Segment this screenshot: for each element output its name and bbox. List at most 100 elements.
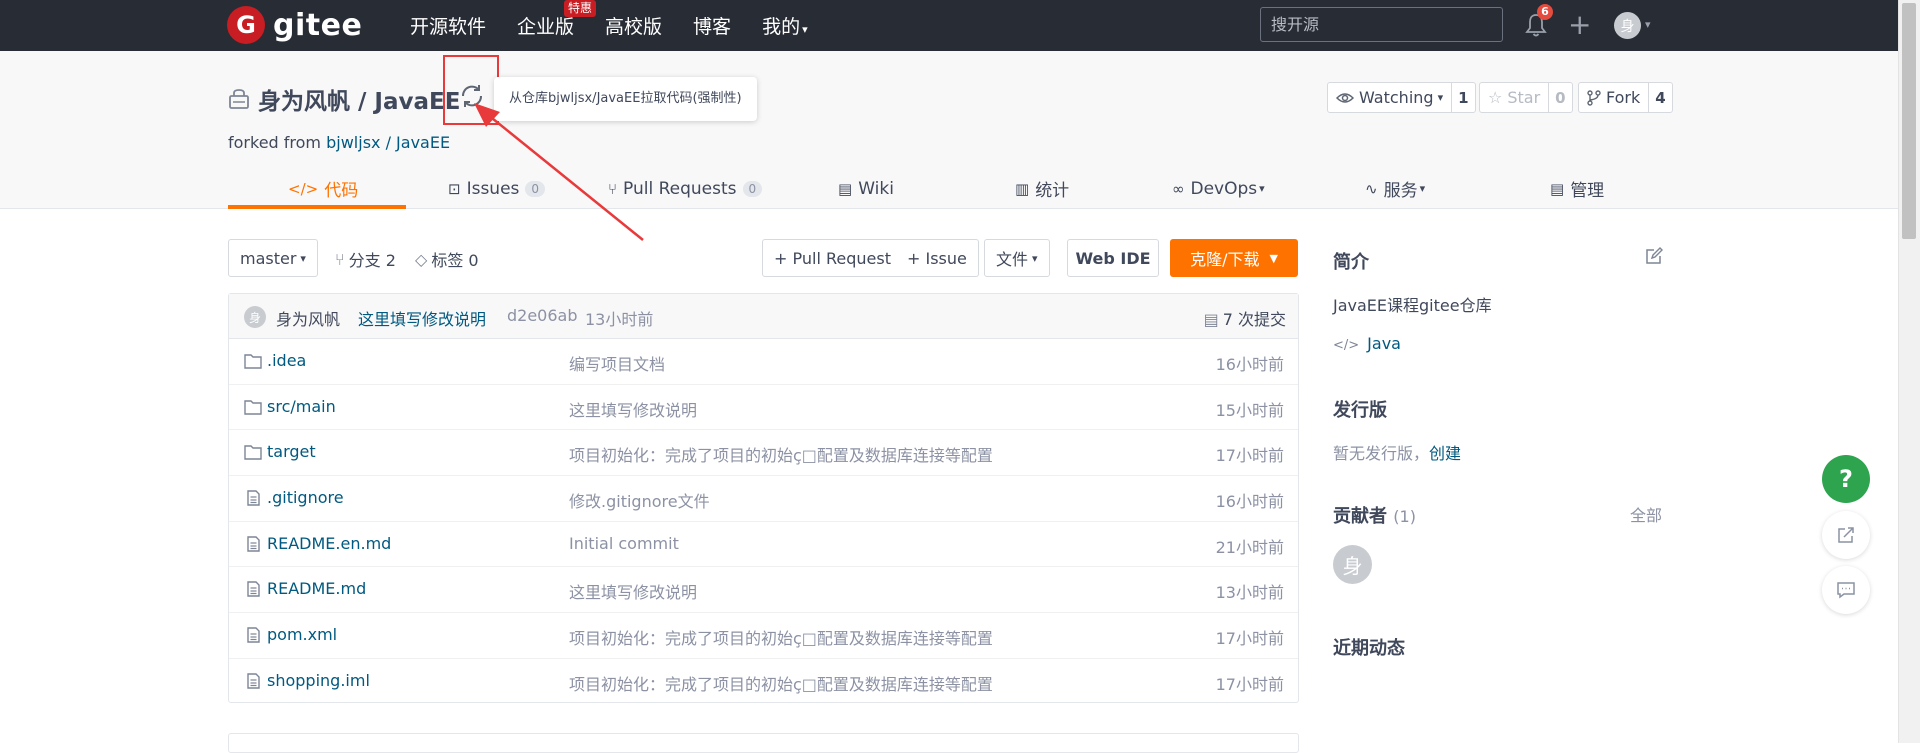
tab-wiki[interactable]: ▤ Wiki — [838, 168, 894, 209]
file-row[interactable]: pom.xml 项目初始化：完成了项目的初始ç□配置及数据库连接等配置 17小时前 — [229, 613, 1298, 659]
file-commit-message[interactable]: 项目初始化：完成了项目的初始ç□配置及数据库连接等配置 — [569, 671, 993, 695]
comment-button[interactable] — [1822, 566, 1870, 614]
forked-from: forked from bjwljsx / JavaEE — [228, 133, 451, 152]
nav-mine[interactable]: 我的 ▾ — [762, 12, 808, 39]
share-button[interactable] — [1822, 511, 1870, 559]
search-input[interactable] — [1260, 7, 1503, 42]
code-icon: </> — [1333, 338, 1360, 353]
file-commit-message[interactable]: 编写项目文档 — [569, 351, 665, 375]
help-button[interactable]: ? — [1822, 455, 1870, 503]
file-name[interactable]: src/main — [267, 397, 336, 416]
tab-code[interactable]: </> 代码 — [288, 168, 358, 209]
file-commit-message[interactable]: 这里填写修改说明 — [569, 397, 697, 421]
nav-blog[interactable]: 博客 — [693, 12, 731, 39]
fork-label: Fork — [1606, 88, 1641, 107]
files-dropdown[interactable]: 文件 ▾ — [984, 239, 1050, 277]
folder-icon — [244, 445, 262, 461]
file-row[interactable]: .gitignore 修改.gitignore文件 16小时前 — [229, 476, 1298, 522]
file-icon — [247, 581, 260, 598]
repo-name[interactable]: 身为风帆 / JavaEE — [258, 82, 460, 116]
chevron-down-icon: ▾ — [1419, 182, 1426, 195]
tags-link[interactable]: ◇ 标签 0 — [415, 247, 479, 271]
file-row[interactable]: README.en.md Initial commit 21小时前 — [229, 522, 1298, 568]
file-commit-message[interactable]: 项目初始化：完成了项目的初始ç□配置及数据库连接等配置 — [569, 625, 993, 649]
activity-title: 近期动态 — [1333, 638, 1405, 659]
chevron-down-icon: ▾ — [1437, 91, 1444, 104]
file-icon — [247, 673, 260, 689]
nav-enterprise-badge: 特惠 — [564, 0, 597, 17]
fork-count[interactable]: 4 — [1649, 83, 1671, 112]
web-ide-button[interactable]: Web IDE — [1067, 239, 1159, 277]
tab-devops[interactable]: ∞ DevOps ▾ — [1172, 168, 1265, 209]
new-pull-request-button[interactable]: + Pull Request — [762, 239, 903, 277]
commit-hash[interactable]: d2e06ab — [507, 306, 578, 325]
branch-select[interactable]: master ▾ — [228, 239, 318, 277]
settings-doc-icon: ▤ — [1550, 179, 1565, 198]
repo-language[interactable]: </> Java — [1333, 334, 1401, 353]
new-issue-button[interactable]: + Issue — [896, 239, 979, 277]
plus-icon[interactable]: + — [1568, 11, 1591, 39]
file-name[interactable]: shopping.iml — [267, 671, 370, 690]
file-name[interactable]: target — [267, 442, 316, 461]
file-name[interactable]: README.md — [267, 579, 366, 598]
file-row[interactable]: target 项目初始化：完成了项目的初始ç□配置及数据库连接等配置 17小时前 — [229, 430, 1298, 477]
nav-university[interactable]: 高校版 — [605, 12, 662, 39]
chevron-down-icon[interactable]: ▾ — [1645, 18, 1651, 31]
release-text: 暂无发行版，创建 — [1333, 444, 1462, 463]
user-avatar[interactable]: 身 — [1614, 12, 1641, 39]
gitee-logo[interactable]: G gitee — [227, 6, 362, 44]
commit-message[interactable]: 这里填写修改说明 — [358, 306, 486, 330]
tab-services[interactable]: ∿ 服务 ▾ — [1365, 168, 1425, 209]
nav-enterprise[interactable]: 企业版 特惠 — [517, 0, 597, 39]
contributors-all-link[interactable]: 全部 — [1630, 502, 1662, 526]
watch-button[interactable]: Watching ▾ 1 — [1327, 82, 1476, 113]
file-commit-message[interactable]: Initial commit — [569, 534, 679, 553]
commit-author-avatar[interactable]: 身 — [244, 306, 266, 328]
create-release-link[interactable]: 创建 — [1429, 444, 1461, 463]
repo-lock-icon — [229, 89, 249, 109]
file-commit-time: 17小时前 — [1215, 446, 1284, 466]
tab-stats[interactable]: ▥ 统计 — [1015, 168, 1069, 209]
file-icon — [247, 536, 260, 552]
file-name[interactable]: README.en.md — [267, 534, 391, 553]
fork-icon — [1587, 89, 1601, 106]
forked-source-link[interactable]: bjwljsx / JavaEE — [326, 133, 450, 152]
tab-manage[interactable]: ▤ 管理 — [1550, 168, 1604, 209]
file-name[interactable]: .gitignore — [267, 488, 344, 507]
fork-button[interactable]: Fork 4 — [1578, 82, 1673, 113]
release-title: 发行版 — [1333, 400, 1387, 421]
clone-download-button[interactable]: 克隆/下载 ▼ — [1170, 239, 1298, 277]
chevron-down-icon: ▼ — [1269, 251, 1278, 265]
bar-chart-icon: ▥ — [1015, 179, 1030, 198]
branch-icon: ⑂ — [335, 249, 345, 269]
watch-count[interactable]: 1 — [1452, 83, 1474, 112]
file-row[interactable]: shopping.iml 项目初始化：完成了项目的初始ç□配置及数据库连接等配置 1… — [229, 659, 1298, 705]
commit-count[interactable]: ▤ 7 次提交 — [1204, 306, 1286, 330]
file-name[interactable]: pom.xml — [267, 625, 337, 644]
nav-open-source[interactable]: 开源软件 — [410, 12, 486, 39]
star-count[interactable]: 0 — [1549, 83, 1571, 112]
file-row[interactable]: README.md 这里填写修改说明 13小时前 — [229, 567, 1298, 614]
readme-panel — [228, 733, 1299, 753]
scrollbar-thumb[interactable] — [1902, 3, 1916, 239]
file-row[interactable]: src/main 这里填写修改说明 15小时前 — [229, 385, 1298, 431]
file-row[interactable]: .idea 编写项目文档 16小时前 — [229, 339, 1298, 385]
tag-icon: ◇ — [415, 249, 428, 269]
file-commit-message[interactable]: 修改.gitignore文件 — [569, 488, 710, 512]
latest-commit-bar: 身 身为风帆 这里填写修改说明 d2e06ab 13小时前 ▤ 7 次提交 — [229, 294, 1298, 339]
commit-author[interactable]: 身为风帆 — [276, 306, 340, 330]
tab-pull-requests[interactable]: ⑂ Pull Requests 0 — [608, 168, 763, 209]
folder-icon — [244, 399, 262, 415]
file-name[interactable]: .idea — [267, 351, 306, 370]
intro-title: 简介 — [1333, 252, 1369, 273]
file-commit-time: 17小时前 — [1215, 629, 1284, 649]
tab-issues[interactable]: ⊡ Issues 0 — [448, 168, 546, 209]
edit-icon[interactable] — [1645, 247, 1663, 265]
star-button[interactable]: ☆ Star 0 — [1479, 82, 1573, 113]
contributor-avatar[interactable]: 身 — [1333, 545, 1372, 584]
file-commit-message[interactable]: 这里填写修改说明 — [569, 579, 697, 603]
file-commit-message[interactable]: 项目初始化：完成了项目的初始ç□配置及数据库连接等配置 — [569, 442, 993, 466]
branches-link[interactable]: ⑂ 分支 2 — [335, 247, 396, 271]
chevron-down-icon: ▾ — [802, 23, 808, 36]
file-list: 身 身为风帆 这里填写修改说明 d2e06ab 13小时前 ▤ 7 次提交 .id… — [228, 293, 1299, 703]
